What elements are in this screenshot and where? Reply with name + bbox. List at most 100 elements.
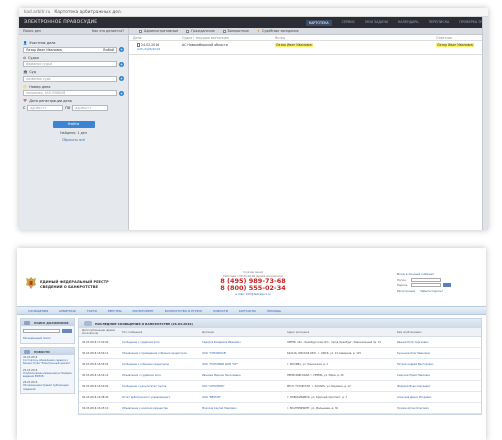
news-text[interactable]: Об изменении правил публикации сведений xyxy=(23,384,72,390)
news-item[interactable]: 28.03.2016 Об изменении правил публикаци… xyxy=(21,380,74,393)
table-row[interactable]: 30.03.2016 17:00:00 Сообщение о судебном … xyxy=(79,337,481,348)
add-case-number-icon[interactable]: + xyxy=(119,90,124,96)
how-to-link[interactable]: Как это делается? xyxy=(92,29,124,33)
menu-auctions[interactable]: ТОРГИ xyxy=(87,309,97,313)
news-text[interactable]: Опубликованы изменения в Порядок ведения… xyxy=(23,372,72,378)
news-item[interactable]: 30.03.2016 Состоялось обновление сервиса… xyxy=(21,355,74,368)
message-publisher-link[interactable]: Громов Артем Олегович xyxy=(394,407,451,410)
menu-news[interactable]: НОВОСТИ xyxy=(213,309,228,313)
case-defendant[interactable]: Лазар Иван Иванович xyxy=(436,43,475,47)
court-input[interactable]: название суда xyxy=(23,75,117,82)
bankrupt-registry-screenshot: ЕДИНЫЙ ФЕДЕРАЛЬНЫЙ РЕЕСТР СВЕДЕНИЙ О БАН… xyxy=(17,248,486,440)
menu-contacts[interactable]: КОНТАКТЫ xyxy=(239,309,256,313)
case-number-input[interactable]: например, А50-5568/08 xyxy=(23,90,117,96)
table-row[interactable]: 30.03.2016 16:59:11 Объявление о проведен… xyxy=(79,348,481,359)
message-type-link[interactable]: Отчет арбитражного управляющего xyxy=(119,396,199,399)
filter-administrative[interactable]: Административные xyxy=(139,29,178,33)
reset-link[interactable]: Сбросить всё xyxy=(23,138,124,142)
judge-input[interactable]: фамилия судьи xyxy=(23,61,117,67)
add-court-icon[interactable]: + xyxy=(119,76,124,81)
checkbox-icon[interactable] xyxy=(139,29,142,33)
menu-help[interactable]: ПОМОЩЬ xyxy=(267,309,282,313)
password-input[interactable] xyxy=(411,283,441,287)
login-button[interactable] xyxy=(443,283,451,287)
news-text[interactable]: Состоялось обновление сервиса о банкротс… xyxy=(23,359,72,365)
table-row[interactable]: 30.03.2016 16:50:00 Сообщение о результат… xyxy=(79,381,481,392)
register-link[interactable]: Регистрация xyxy=(397,289,415,293)
login-title[interactable]: Вход в личный кабинет xyxy=(397,272,482,276)
message-debtor-link[interactable]: ООО "СТРОЙСНАБ" xyxy=(199,352,284,355)
message-type-link[interactable]: Объявление о наличии имущества xyxy=(119,407,199,410)
menu-arbitration[interactable]: АРБИТРАЖ xyxy=(59,309,76,313)
advanced-search-link[interactable]: Расширенный поиск xyxy=(21,336,74,343)
hotline-block: Горячая линия Работаем с 09:00-18:00 (вр… xyxy=(202,271,304,296)
menu-messages[interactable]: СООБЩЕНИЯ xyxy=(28,309,48,313)
message-debtor-link[interactable]: ООО "ВЕКТОР" xyxy=(199,396,284,399)
message-address: РЕСП. ТАТАРСТАН, г. КАЗАНЬ, ул. Баумана,… xyxy=(287,384,351,388)
checkbox-icon[interactable] xyxy=(222,29,226,33)
message-publisher-link[interactable]: Смирнов Юрий Павлович xyxy=(394,374,451,377)
case-court: АС Новосибирской области xyxy=(182,43,228,47)
participant-role-select[interactable]: Любой xyxy=(103,48,114,52)
brand-logo-text[interactable]: ЭЛЕКТРОННОЕ ПРАВОСУДИЕ xyxy=(24,20,97,25)
message-address: г. МОСКВА, ул. Ленинская, д. 1 xyxy=(287,362,328,366)
nav-calendar[interactable]: КАЛЕНДАРЬ xyxy=(398,20,419,26)
table-row[interactable]: 30.03.2016 16:54:12 Объявление о судебном… xyxy=(79,370,481,381)
message-debtor-link[interactable]: Морозов Сергей Павлович xyxy=(199,407,284,410)
date-from-input[interactable]: дд.мм.ггг xyxy=(27,104,64,111)
filter-civil[interactable]: Гражданские xyxy=(186,29,215,33)
debtor-search-input[interactable] xyxy=(23,329,60,333)
table-row[interactable]: 24.02.2016 А45-3428/2016 АС Новосибирско… xyxy=(129,41,488,55)
filter-label: Гражданские xyxy=(191,29,215,33)
message-address: г. НОВОСИБИРСК, ул. Красный проспект, д.… xyxy=(287,395,347,399)
search-cases-label: Поиск дел xyxy=(23,29,41,33)
message-publisher-link[interactable]: Иванов Петр Сергеевич xyxy=(394,341,451,344)
menu-monitoring[interactable]: МОНИТОРИНГ xyxy=(133,309,154,313)
nav-signature-check[interactable]: ПРОВЕРКА ЭП xyxy=(459,20,483,26)
message-type-link[interactable]: Объявление о судебном акте xyxy=(119,374,199,377)
find-button[interactable]: Найти xyxy=(52,120,95,128)
message-publisher-link[interactable]: Фёдоров Илья Сергеевич xyxy=(394,385,451,388)
filter-label: Судебные заседания xyxy=(261,29,299,33)
debtor-search-button[interactable] xyxy=(62,329,72,333)
message-debtor-link[interactable]: ЗАО "АГРОПРОМ" xyxy=(199,385,284,388)
support-email[interactable]: e-mail: info@fedresurs.ru xyxy=(202,292,304,296)
filter-hearings[interactable]: ★ Судебные заседания xyxy=(257,29,299,33)
menu-registries[interactable]: РЕЕСТРЫ xyxy=(108,309,122,313)
message-debtor-link[interactable]: Иванова Марина Николаевна xyxy=(199,374,284,377)
date-to-input[interactable]: дд.мм.ггг xyxy=(72,104,109,111)
checkbox-icon[interactable] xyxy=(186,29,190,33)
case-plaintiff[interactable]: Лазар Иван Иванович xyxy=(275,43,314,47)
message-type-link[interactable]: Сообщение о судебном акте xyxy=(119,341,199,344)
registry-title[interactable]: ЕДИНЫЙ ФЕДЕРАЛЬНЫЙ РЕЕСТР СВЕДЕНИЙ О БАН… xyxy=(40,280,109,289)
message-date: 30.03.2016 16:54:12 xyxy=(82,373,109,377)
participant-input[interactable]: Лазар Иван Иванович Любой xyxy=(23,46,117,53)
messages-table-header: Дата публикации (время московское) Тип с… xyxy=(79,328,481,337)
message-debtor-link[interactable]: Сидоров Владимир Иванович xyxy=(199,341,284,344)
message-type-link[interactable]: Объявление о проведении собрания кредито… xyxy=(119,352,199,355)
message-type-link[interactable]: Сообщение о результатах торгов xyxy=(119,385,199,388)
filter-bankruptcy[interactable]: Банкротные xyxy=(222,29,249,33)
nav-card-index[interactable]: КАРТОТЕКА xyxy=(305,19,332,26)
table-row[interactable]: 30.03.2016 16:48:40 Отчет арбитражного уп… xyxy=(79,392,481,403)
message-publisher-link[interactable]: Петров Андрей Викторович xyxy=(394,363,451,366)
message-type-link[interactable]: Сообщение о собрании кредиторов xyxy=(119,363,199,366)
message-publisher-link[interactable]: Алексеев Денис Игоревич xyxy=(394,396,451,399)
news-item[interactable]: 29.03.2016 Опубликованы изменения в Поря… xyxy=(21,368,74,381)
menu-bankruptcy-egrul[interactable]: БАНКРОТСТВО В ЕГРЮЛ xyxy=(165,309,202,313)
case-number-link[interactable]: А45-3428/2016 xyxy=(133,47,178,51)
add-judge-icon[interactable]: + xyxy=(119,61,124,67)
news-title: НОВОСТИ xyxy=(34,349,50,354)
add-participant-icon[interactable]: + xyxy=(119,47,124,52)
nav-service[interactable]: СЕРВИС xyxy=(342,20,355,26)
message-debtor-link[interactable]: ООО "ТОРГОВЫЙ ДОМ "ЮГ" xyxy=(199,363,284,366)
login-input[interactable] xyxy=(411,278,441,282)
star-icon: ★ xyxy=(256,29,260,33)
nav-my-tasks[interactable]: МОИ ЗАДАЧИ xyxy=(365,20,388,26)
nav-correspondence[interactable]: ПЕРЕПИСКА xyxy=(429,20,449,26)
table-row[interactable]: 30.03.2016 16:45:10 Объявление о наличии … xyxy=(79,403,481,414)
table-row[interactable]: 30.03.2016 16:55:05 Сообщение о собрании … xyxy=(79,359,481,370)
message-date: 30.03.2016 16:59:11 xyxy=(82,351,109,355)
forgot-password-link[interactable]: Забыли пароль? xyxy=(420,289,443,293)
message-publisher-link[interactable]: Кузнецов Олег Иванович xyxy=(394,352,451,355)
